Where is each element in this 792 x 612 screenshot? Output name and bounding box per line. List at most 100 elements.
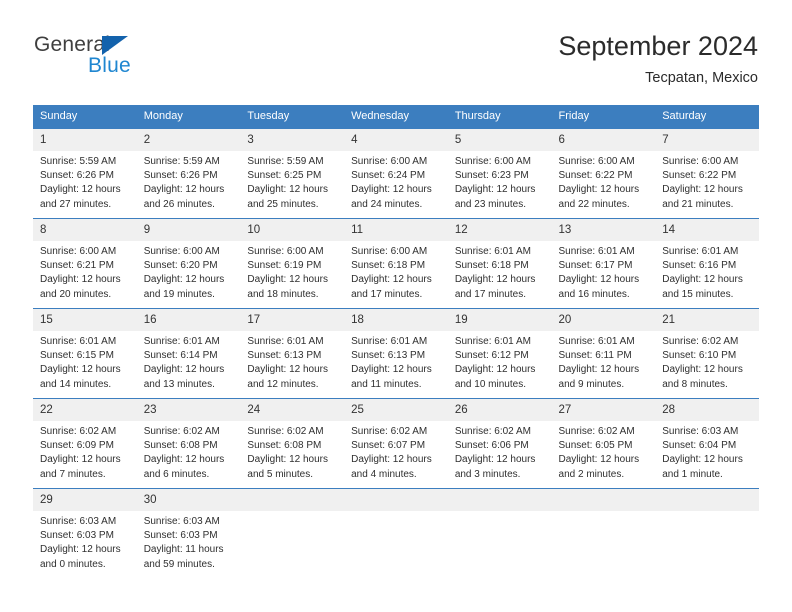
day-details: Sunrise: 6:01 AM Sunset: 6:17 PM Dayligh… — [552, 241, 656, 302]
day-details — [344, 511, 448, 515]
day-number: 12 — [447, 218, 552, 241]
sunset-text: Sunset: 6:16 PM — [662, 260, 737, 272]
day-number: 15 — [33, 308, 137, 331]
day-details: Sunrise: 6:01 AM Sunset: 6:12 PM Dayligh… — [448, 331, 552, 392]
daylight-text-line2: and 17 minutes. — [454, 288, 526, 300]
daylight-text-line2: and 18 minutes. — [247, 288, 319, 300]
day-number: 5 — [447, 128, 552, 151]
sunset-text: Sunset: 6:11 PM — [558, 350, 632, 362]
day-cell[interactable]: 8 Sunrise: 6:00 AM Sunset: 6:21 PM Dayli… — [33, 218, 137, 308]
daylight-text-line1: Daylight: 12 hours — [247, 274, 329, 286]
sunrise-text: Sunrise: 5:59 AM — [247, 156, 324, 167]
day-details — [240, 511, 344, 515]
day-cell[interactable]: 19 Sunrise: 6:01 AM Sunset: 6:12 PM Dayl… — [447, 308, 552, 398]
day-details: Sunrise: 6:01 AM Sunset: 6:14 PM Dayligh… — [137, 331, 241, 392]
day-details: Sunrise: 6:03 AM Sunset: 6:03 PM Dayligh… — [33, 511, 137, 572]
sunset-text: Sunset: 6:18 PM — [351, 260, 426, 272]
weekday-header-tuesday: Tuesday — [240, 105, 345, 128]
day-number: 22 — [33, 398, 137, 421]
sunset-text: Sunset: 6:23 PM — [454, 170, 529, 182]
day-details: Sunrise: 5:59 AM Sunset: 6:26 PM Dayligh… — [137, 151, 241, 212]
daylight-text-line1: Daylight: 12 hours — [40, 274, 121, 286]
day-cell[interactable]: 5 Sunrise: 6:00 AM Sunset: 6:23 PM Dayli… — [447, 128, 552, 218]
day-cell[interactable]: 3 Sunrise: 5:59 AM Sunset: 6:25 PM Dayli… — [240, 128, 345, 218]
day-number: 1 — [33, 128, 137, 151]
sunset-text: Sunset: 6:03 PM — [143, 530, 218, 542]
day-cell[interactable]: 12 Sunrise: 6:01 AM Sunset: 6:18 PM Dayl… — [447, 218, 552, 308]
sunrise-text: Sunrise: 6:00 AM — [558, 156, 635, 167]
sunrise-text: Sunrise: 6:02 AM — [558, 426, 635, 437]
sunrise-text: Sunrise: 5:59 AM — [40, 156, 117, 167]
calendar-page: General Blue September 2024 Tecpatan, Me… — [0, 0, 792, 612]
day-number: 27 — [551, 398, 656, 421]
weekday-header-friday: Friday — [551, 105, 656, 128]
sunrise-text: Sunrise: 6:00 AM — [143, 246, 220, 257]
day-cell[interactable]: 6 Sunrise: 6:00 AM Sunset: 6:22 PM Dayli… — [551, 128, 656, 218]
day-details: Sunrise: 6:02 AM Sunset: 6:08 PM Dayligh… — [240, 421, 344, 482]
day-cell[interactable]: 17 Sunrise: 6:01 AM Sunset: 6:13 PM Dayl… — [240, 308, 345, 398]
day-cell-empty — [344, 488, 448, 578]
day-cell[interactable]: 20 Sunrise: 6:01 AM Sunset: 6:11 PM Dayl… — [551, 308, 656, 398]
day-cell[interactable]: 1 Sunrise: 5:59 AM Sunset: 6:26 PM Dayli… — [33, 128, 137, 218]
daylight-text-line2: and 10 minutes. — [454, 378, 526, 390]
page-title: September 2024 — [558, 31, 758, 61]
day-cell[interactable]: 7 Sunrise: 6:00 AM Sunset: 6:22 PM Dayli… — [655, 128, 759, 218]
day-cell[interactable]: 27 Sunrise: 6:02 AM Sunset: 6:05 PM Dayl… — [551, 398, 656, 488]
day-cell[interactable]: 11 Sunrise: 6:00 AM Sunset: 6:18 PM Dayl… — [344, 218, 448, 308]
daylight-text-line2: and 7 minutes. — [40, 468, 106, 480]
sunrise-text: Sunrise: 6:01 AM — [662, 246, 739, 257]
sunrise-text: Sunrise: 6:02 AM — [662, 336, 739, 347]
day-cell[interactable]: 24 Sunrise: 6:02 AM Sunset: 6:08 PM Dayl… — [240, 398, 345, 488]
daylight-text-line1: Daylight: 12 hours — [351, 454, 432, 466]
sunset-text: Sunset: 6:12 PM — [454, 350, 529, 362]
day-cell[interactable]: 21 Sunrise: 6:02 AM Sunset: 6:10 PM Dayl… — [655, 308, 759, 398]
day-details: Sunrise: 6:00 AM Sunset: 6:18 PM Dayligh… — [344, 241, 448, 302]
daylight-text-line1: Daylight: 12 hours — [351, 364, 432, 376]
day-details: Sunrise: 5:59 AM Sunset: 6:25 PM Dayligh… — [240, 151, 344, 212]
day-cell[interactable]: 25 Sunrise: 6:02 AM Sunset: 6:07 PM Dayl… — [344, 398, 448, 488]
daylight-text-line2: and 12 minutes. — [247, 378, 319, 390]
day-cell[interactable]: 15 Sunrise: 6:01 AM Sunset: 6:15 PM Dayl… — [33, 308, 137, 398]
sunset-text: Sunset: 6:03 PM — [40, 530, 114, 542]
day-cell[interactable]: 23 Sunrise: 6:02 AM Sunset: 6:08 PM Dayl… — [136, 398, 241, 488]
day-cell[interactable]: 26 Sunrise: 6:02 AM Sunset: 6:06 PM Dayl… — [447, 398, 552, 488]
weekday-header-saturday: Saturday — [655, 105, 759, 128]
sunrise-text: Sunrise: 6:00 AM — [351, 156, 428, 167]
weekday-header-row: Sunday Monday Tuesday Wednesday Thursday… — [33, 105, 759, 128]
sunset-text: Sunset: 6:21 PM — [40, 260, 114, 272]
sunset-text: Sunset: 6:26 PM — [143, 170, 218, 182]
day-cell[interactable]: 16 Sunrise: 6:01 AM Sunset: 6:14 PM Dayl… — [136, 308, 241, 398]
day-number: 9 — [136, 218, 241, 241]
daylight-text-line1: Daylight: 12 hours — [40, 364, 121, 376]
day-number: 16 — [136, 308, 241, 331]
day-cell[interactable]: 10 Sunrise: 6:00 AM Sunset: 6:19 PM Dayl… — [240, 218, 345, 308]
daylight-text-line1: Daylight: 12 hours — [454, 454, 536, 466]
sunrise-text: Sunrise: 6:02 AM — [40, 426, 117, 437]
day-cell[interactable]: 18 Sunrise: 6:01 AM Sunset: 6:13 PM Dayl… — [344, 308, 448, 398]
day-details: Sunrise: 6:01 AM Sunset: 6:18 PM Dayligh… — [448, 241, 552, 302]
day-cell-empty — [655, 488, 759, 578]
day-cell[interactable]: 14 Sunrise: 6:01 AM Sunset: 6:16 PM Dayl… — [655, 218, 759, 308]
day-cell[interactable]: 2 Sunrise: 5:59 AM Sunset: 6:26 PM Dayli… — [136, 128, 241, 218]
sunrise-text: Sunrise: 6:00 AM — [662, 156, 739, 167]
sunrise-text: Sunrise: 6:01 AM — [143, 336, 220, 347]
day-cell[interactable]: 30 Sunrise: 6:03 AM Sunset: 6:03 PM Dayl… — [136, 488, 241, 578]
day-cell[interactable]: 4 Sunrise: 6:00 AM Sunset: 6:24 PM Dayli… — [344, 128, 448, 218]
day-number: 29 — [33, 488, 137, 511]
brand-logo[interactable]: General Blue — [34, 33, 234, 83]
day-cell[interactable]: 9 Sunrise: 6:00 AM Sunset: 6:20 PM Dayli… — [136, 218, 241, 308]
weekday-header-wednesday: Wednesday — [344, 105, 448, 128]
day-details — [448, 511, 552, 515]
day-details — [552, 511, 656, 515]
sunrise-text: Sunrise: 6:00 AM — [247, 246, 324, 257]
daylight-text-line1: Daylight: 12 hours — [247, 454, 329, 466]
day-cell[interactable]: 13 Sunrise: 6:01 AM Sunset: 6:17 PM Dayl… — [551, 218, 656, 308]
day-cell[interactable]: 22 Sunrise: 6:02 AM Sunset: 6:09 PM Dayl… — [33, 398, 137, 488]
daylight-text-line1: Daylight: 12 hours — [662, 274, 743, 286]
sunset-text: Sunset: 6:13 PM — [247, 350, 322, 362]
sunrise-text: Sunrise: 6:02 AM — [247, 426, 324, 437]
day-cell[interactable]: 28 Sunrise: 6:03 AM Sunset: 6:04 PM Dayl… — [655, 398, 759, 488]
day-cell[interactable]: 29 Sunrise: 6:03 AM Sunset: 6:03 PM Dayl… — [33, 488, 137, 578]
day-details: Sunrise: 6:02 AM Sunset: 6:08 PM Dayligh… — [137, 421, 241, 482]
day-number: 6 — [551, 128, 656, 151]
